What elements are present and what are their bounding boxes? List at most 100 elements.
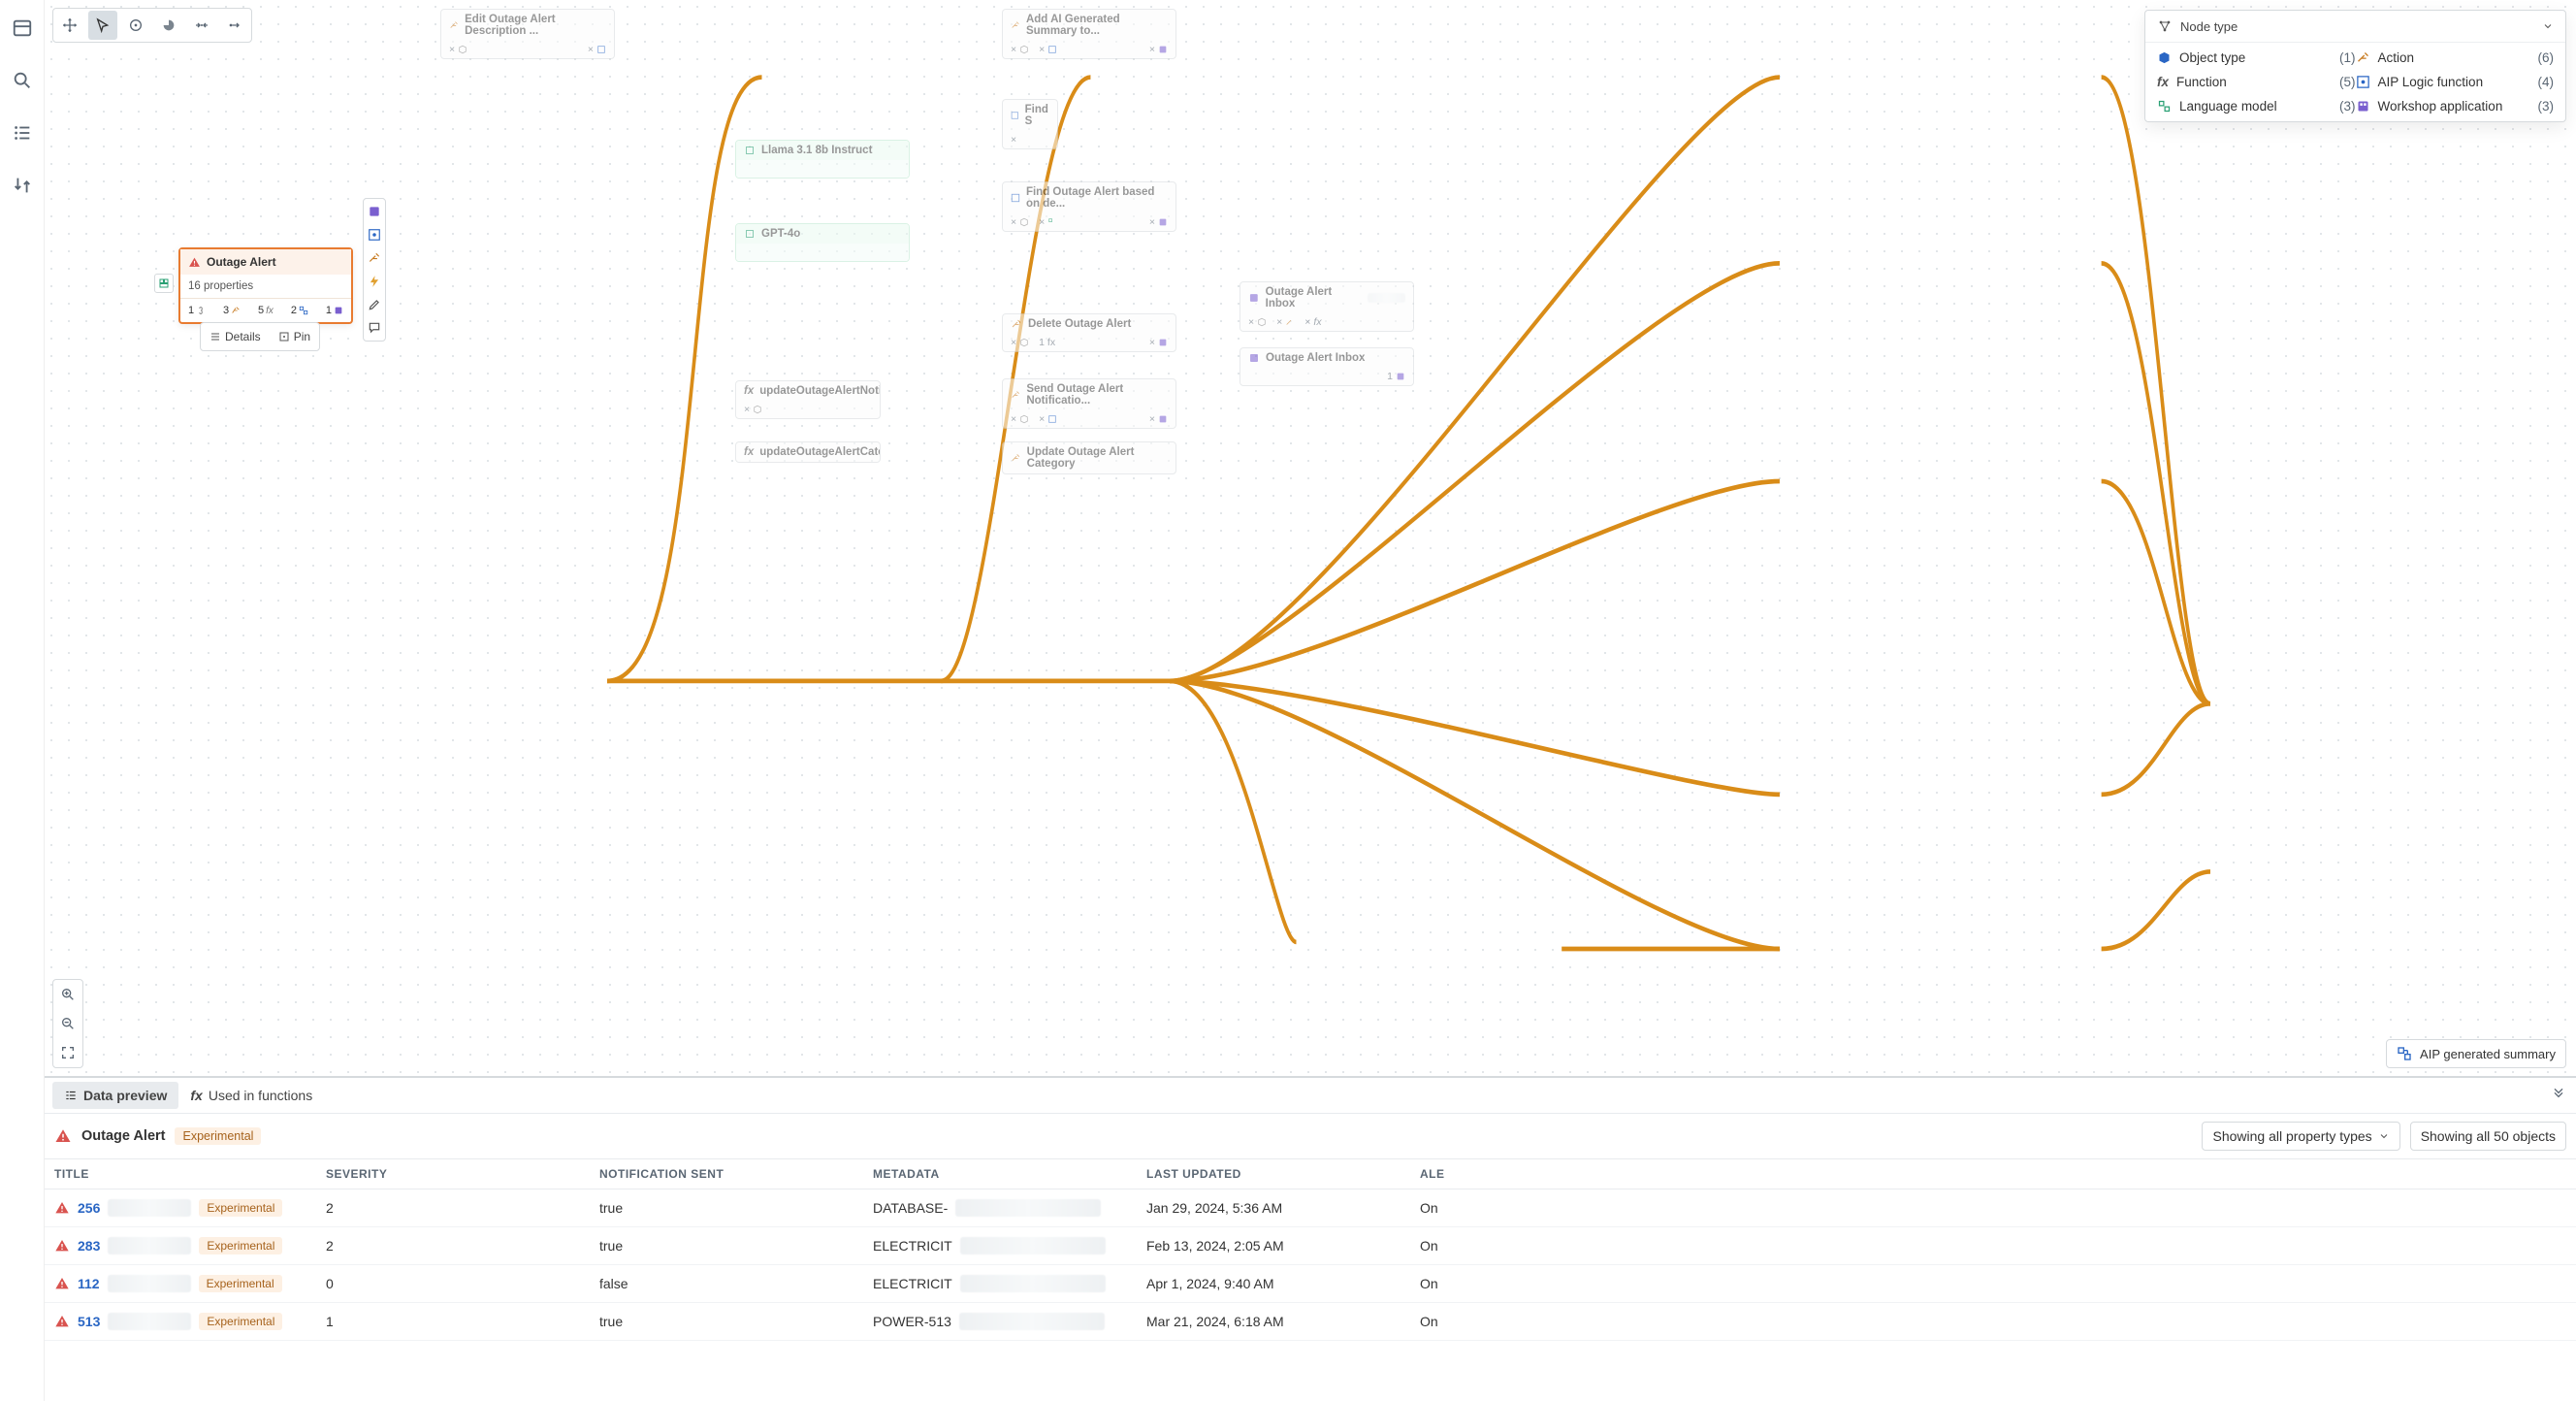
redacted bbox=[108, 1275, 191, 1292]
lm-node-gpt4o[interactable]: GPT-4o bbox=[735, 223, 910, 262]
app-icon bbox=[1248, 352, 1260, 364]
action-node-delete[interactable]: Delete Outage Alert ×1 fx× bbox=[1002, 313, 1176, 352]
canvas[interactable]: Outage Alert 16 properties 1 3 5fx 2 1 D… bbox=[45, 0, 2576, 1076]
table-row[interactable]: 256 Experimental 2 true DATABASE- Jan 29… bbox=[45, 1189, 2576, 1227]
palette-aip-icon[interactable] bbox=[366, 226, 383, 244]
palette-bolt-icon[interactable] bbox=[366, 273, 383, 290]
search-icon[interactable] bbox=[12, 70, 33, 91]
row-id[interactable]: 283 bbox=[78, 1238, 100, 1254]
chevron-down-icon bbox=[2542, 20, 2554, 32]
details-button[interactable]: Details bbox=[204, 326, 267, 347]
fx-node-cat[interactable]: fxupdateOutageAlertCategory bbox=[735, 441, 881, 463]
cell-severity: 1 bbox=[326, 1314, 599, 1329]
aip-icon bbox=[1011, 110, 1019, 121]
node-type-select[interactable]: Node type bbox=[2145, 11, 2565, 43]
wand-icon bbox=[449, 19, 459, 31]
cell-alert: On bbox=[1420, 1276, 1468, 1291]
tab-used-in-functions[interactable]: fxUsed in functions bbox=[178, 1082, 324, 1109]
fit-tool[interactable] bbox=[187, 11, 216, 40]
warning-icon bbox=[54, 1314, 70, 1329]
experimental-tag: Experimental bbox=[175, 1127, 261, 1145]
palette-app-icon[interactable] bbox=[366, 203, 383, 220]
filter-object-type[interactable]: Object type(1) bbox=[2157, 50, 2356, 65]
app-node-inbox1[interactable]: Outage Alert Inbox ××× fx bbox=[1240, 281, 1414, 332]
row-id[interactable]: 112 bbox=[78, 1276, 100, 1291]
zoom-fit[interactable] bbox=[53, 1038, 82, 1067]
filter-aip-logic[interactable]: AIP Logic function(4) bbox=[2356, 75, 2555, 89]
pie-tool[interactable] bbox=[154, 11, 183, 40]
warning-icon bbox=[188, 256, 201, 269]
redacted bbox=[108, 1313, 191, 1330]
flow-tool[interactable] bbox=[220, 11, 249, 40]
pan-tool[interactable] bbox=[55, 11, 84, 40]
row-id[interactable]: 256 bbox=[78, 1200, 100, 1216]
filter-action[interactable]: Action(6) bbox=[2356, 50, 2555, 65]
palette-comment-icon[interactable] bbox=[366, 319, 383, 337]
app-icon bbox=[1248, 292, 1260, 304]
list-icon[interactable] bbox=[12, 122, 33, 144]
cell-notification: true bbox=[599, 1200, 873, 1216]
palette-wand-icon[interactable] bbox=[366, 249, 383, 267]
node-source-handle[interactable] bbox=[154, 274, 174, 293]
aip-node-find2[interactable]: Find Outage Alert based on de... ××× bbox=[1002, 181, 1176, 232]
zoom-in[interactable] bbox=[53, 980, 82, 1009]
experimental-tag: Experimental bbox=[199, 1313, 282, 1330]
aip-node-find1[interactable]: Find S × bbox=[1002, 99, 1058, 149]
center-tool[interactable] bbox=[121, 11, 150, 40]
node-action-bar: Details Pin bbox=[200, 322, 320, 351]
cell-metadata: POWER-513 bbox=[873, 1313, 1146, 1330]
action-node-send-notif[interactable]: Send Outage Alert Notificatio... ××× bbox=[1002, 378, 1176, 429]
wand-icon bbox=[1011, 318, 1022, 330]
objects-filter[interactable]: Showing all 50 objects bbox=[2410, 1122, 2566, 1151]
redacted bbox=[955, 1199, 1101, 1217]
redacted bbox=[959, 1313, 1105, 1330]
panel-icon[interactable] bbox=[12, 17, 33, 39]
chevron-down-icon bbox=[2378, 1130, 2390, 1142]
wand-icon bbox=[1011, 452, 1021, 464]
lm-node-llama[interactable]: Llama 3.1 8b Instruct bbox=[735, 140, 910, 179]
transfer-icon[interactable] bbox=[12, 175, 33, 196]
redacted bbox=[108, 1237, 191, 1254]
experimental-tag: Experimental bbox=[199, 1199, 282, 1217]
node-stats: 1 3 5fx 2 1 bbox=[180, 298, 351, 322]
redacted bbox=[960, 1275, 1106, 1292]
filter-workshop-app[interactable]: Workshop application(3) bbox=[2356, 99, 2555, 114]
cell-alert: On bbox=[1420, 1238, 1468, 1254]
table-row[interactable]: 513 Experimental 1 true POWER-513 Mar 21… bbox=[45, 1303, 2576, 1341]
row-id[interactable]: 513 bbox=[78, 1314, 100, 1329]
edge-layer bbox=[45, 0, 2576, 1076]
tab-data-preview[interactable]: Data preview bbox=[52, 1082, 178, 1109]
collapse-icon[interactable] bbox=[2551, 1084, 2566, 1102]
zoom-out[interactable] bbox=[53, 1009, 82, 1038]
action-node-update-cat[interactable]: Update Outage Alert Category bbox=[1002, 441, 1176, 474]
warning-icon bbox=[54, 1200, 70, 1216]
cell-metadata: DATABASE- bbox=[873, 1199, 1146, 1217]
bottom-panel: Data preview fxUsed in functions Outage … bbox=[45, 1076, 2576, 1401]
wand-icon bbox=[1011, 389, 1020, 401]
action-node-add-summary[interactable]: Add AI Generated Summary to... ××× bbox=[1002, 9, 1176, 59]
node-subtitle: 16 properties bbox=[180, 275, 351, 298]
cell-updated: Jan 29, 2024, 5:36 AM bbox=[1146, 1200, 1420, 1216]
node-tool-palette bbox=[363, 198, 386, 342]
node-type-filter: Node type Object type(1) fxFunction(5) L… bbox=[2144, 10, 2566, 122]
table-row[interactable]: 283 Experimental 2 true ELECTRICIT Feb 1… bbox=[45, 1227, 2576, 1265]
table-row[interactable]: 112 Experimental 0 false ELECTRICIT Apr … bbox=[45, 1265, 2576, 1303]
pin-button[interactable]: Pin bbox=[273, 326, 316, 347]
aip-summary-badge[interactable]: AIP generated summary bbox=[2386, 1039, 2566, 1068]
table-header: TITLE SEVERITY NOTIFICATION SENT METADAT… bbox=[45, 1158, 2576, 1189]
cell-alert: On bbox=[1420, 1200, 1468, 1216]
palette-edit-icon[interactable] bbox=[366, 296, 383, 313]
cell-metadata: ELECTRICIT bbox=[873, 1237, 1146, 1254]
property-types-filter[interactable]: Showing all property types bbox=[2202, 1122, 2399, 1151]
object-node-outage-alert[interactable]: Outage Alert 16 properties 1 3 5fx 2 1 bbox=[178, 247, 353, 324]
cell-notification: true bbox=[599, 1238, 873, 1254]
action-node-edit-description[interactable]: Edit Outage Alert Description ... ×× bbox=[440, 9, 615, 59]
warning-icon bbox=[54, 1127, 72, 1145]
select-tool[interactable] bbox=[88, 11, 117, 40]
filter-function[interactable]: fxFunction(5) bbox=[2157, 75, 2356, 89]
redacted bbox=[960, 1237, 1106, 1254]
app-node-inbox2[interactable]: Outage Alert Inbox 1 bbox=[1240, 347, 1414, 386]
filter-language-model[interactable]: Language model(3) bbox=[2157, 99, 2356, 114]
experimental-tag: Experimental bbox=[199, 1275, 282, 1292]
fx-node-notif[interactable]: fxupdateOutageAlertNotificatio... × bbox=[735, 380, 881, 419]
